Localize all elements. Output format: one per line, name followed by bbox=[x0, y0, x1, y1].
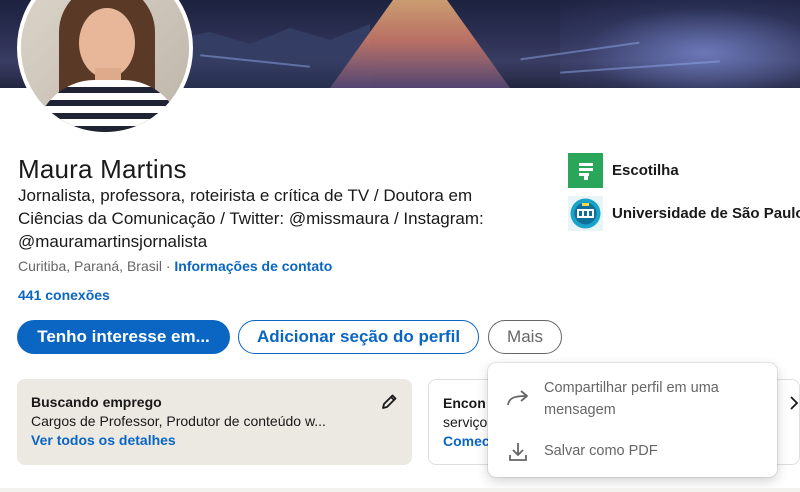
menu-item-label: Salvar como PDF bbox=[544, 443, 658, 459]
more-button[interactable]: Mais bbox=[488, 320, 562, 354]
banner-glow bbox=[560, 0, 800, 88]
org-usp[interactable]: Universidade de São Paulo bbox=[568, 196, 800, 231]
open-to-work-roles: Cargos de Professor, Produtor de conteúd… bbox=[31, 413, 326, 429]
open-to-work-card[interactable]: Buscando emprego Cargos de Professor, Pr… bbox=[17, 379, 412, 465]
usp-logo-icon bbox=[568, 196, 603, 231]
profile-headline: Jornalista, professora, roteirista e crí… bbox=[18, 186, 484, 251]
add-profile-section-button[interactable]: Adicionar seção do perfil bbox=[238, 320, 479, 354]
menu-item-share-profile[interactable]: Compartilhar perfil em uma mensagem bbox=[488, 377, 777, 421]
contact-info-link[interactable]: Informações de contato bbox=[174, 258, 332, 274]
org-escotilha[interactable]: Escotilha bbox=[568, 153, 679, 188]
location-separator: · bbox=[165, 258, 171, 274]
page-divider bbox=[0, 488, 800, 492]
org-label: Escotilha bbox=[612, 162, 679, 179]
open-to-button[interactable]: Tenho interesse em... bbox=[17, 320, 230, 354]
profile-avatar[interactable] bbox=[17, 0, 193, 136]
menu-item-label: Compartilhar perfil em uma mensagem bbox=[544, 380, 719, 418]
see-all-details-link[interactable]: Ver todos os detalhes bbox=[31, 432, 398, 448]
menu-item-save-pdf[interactable]: Salvar como PDF bbox=[488, 440, 777, 466]
profile-location-line: Curitiba, Paraná, Brasil · Informações d… bbox=[18, 258, 332, 274]
pencil-icon[interactable] bbox=[380, 393, 398, 416]
connections-link[interactable]: 441 conexões bbox=[18, 287, 110, 303]
share-arrow-icon bbox=[506, 389, 530, 414]
chevron-right-icon[interactable] bbox=[789, 394, 799, 417]
org-label: Universidade de São Paulo bbox=[612, 205, 800, 222]
open-to-work-title: Buscando emprego bbox=[31, 394, 162, 410]
download-icon bbox=[506, 440, 530, 469]
more-menu: Compartilhar perfil em uma mensagem Salv… bbox=[488, 363, 777, 477]
profile-location: Curitiba, Paraná, Brasil bbox=[18, 258, 162, 274]
escotilha-logo-icon bbox=[568, 153, 603, 188]
profile-name: Maura Martins bbox=[18, 154, 187, 184]
